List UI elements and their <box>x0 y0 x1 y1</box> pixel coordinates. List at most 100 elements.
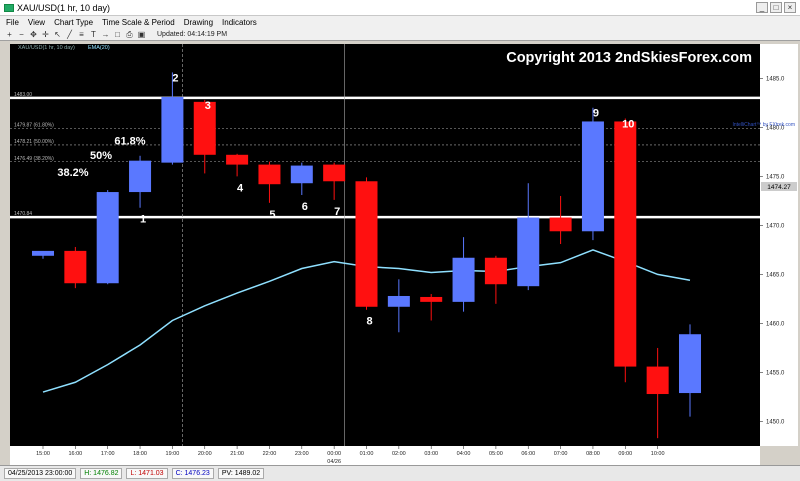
candle-body[interactable] <box>226 154 249 165</box>
legend-instrument: XAU/USD(1 hr, 10 day) <box>18 45 75 51</box>
print-icon[interactable]: ⎙ <box>125 30 134 39</box>
level-label-4: 1470.84 <box>14 211 32 217</box>
candle-body[interactable] <box>64 250 87 284</box>
trend-line-icon[interactable]: ╱ <box>65 30 74 39</box>
fibonacci-icon[interactable]: ≡ <box>77 30 86 39</box>
level-label-2: 1478.21 (50.00%) <box>14 139 54 145</box>
menu-chart-type[interactable]: Chart Type <box>54 18 93 27</box>
app-icon <box>4 3 14 12</box>
window-title: XAU/USD(1 hr, 10 day) <box>17 2 111 13</box>
x-tick-label: 19:00 <box>166 451 180 457</box>
y-tick-label: 1455.0 <box>766 370 785 376</box>
y-tick-label: 1470.0 <box>766 223 785 229</box>
x-tick-label: 15:00 <box>36 451 50 457</box>
menu-time-scale[interactable]: Time Scale & Period <box>102 18 175 27</box>
candle-body[interactable] <box>452 257 475 302</box>
candle-body[interactable] <box>32 250 54 256</box>
zoom-in-icon[interactable]: + <box>5 30 14 39</box>
candle-annotation-4: 4 <box>237 182 244 194</box>
candle-body[interactable] <box>581 121 604 232</box>
candle-body[interactable] <box>679 334 701 394</box>
time-axis[interactable] <box>10 446 760 465</box>
candle-body[interactable] <box>387 295 410 307</box>
arrow-icon[interactable]: → <box>101 30 110 39</box>
x-tick-label: 05:00 <box>489 451 503 457</box>
price-axis[interactable] <box>760 44 798 446</box>
candle-body[interactable] <box>96 192 119 284</box>
candle-annotation-2: 2 <box>172 72 178 84</box>
x-tick-label: 23:00 <box>295 451 309 457</box>
candle-body[interactable] <box>129 160 152 193</box>
status-close: C: 1476.23 <box>171 468 214 479</box>
candle-body[interactable] <box>258 164 281 185</box>
menu-drawing[interactable]: Drawing <box>184 18 213 27</box>
candle-body[interactable] <box>614 121 637 367</box>
candle-body[interactable] <box>484 257 507 285</box>
candle-annotation-7: 7 <box>334 206 340 218</box>
x-tick-label: 17:00 <box>101 451 115 457</box>
status-bar: 04/25/2013 23:00:00 H: 1476.82 L: 1471.0… <box>0 465 800 481</box>
candle-body[interactable] <box>549 217 572 232</box>
candle-annotation-10: 10 <box>622 119 634 131</box>
candle-body[interactable] <box>420 296 443 302</box>
last-price-label: 1474.27 <box>767 184 791 191</box>
cursor-icon[interactable]: ↖ <box>53 30 62 39</box>
level-label-1: 1479.87 (61.80%) <box>14 123 54 129</box>
candle-body[interactable] <box>290 165 313 184</box>
x-tick-label: 10:00 <box>651 451 665 457</box>
price-chart[interactable]: 1483.00 1479.87 (61.80%) 1478.21 (50.00%) 1… <box>0 41 800 465</box>
fib-label-0: 38.2% <box>57 167 88 179</box>
candle-body[interactable] <box>323 164 346 182</box>
copyright-watermark: Copyright 2013 2ndSkiesForex.com <box>506 50 752 66</box>
x-tick-label: 02:00 <box>392 451 406 457</box>
zoom-out-icon[interactable]: − <box>17 30 26 39</box>
x-tick-label: 00:00 <box>327 451 341 457</box>
fib-label-1: 50% <box>90 150 112 162</box>
menu-view[interactable]: View <box>28 18 45 27</box>
status-pv: PV: 1489.02 <box>217 468 265 479</box>
x-tick-label: 18:00 <box>133 451 147 457</box>
x-tick-label: 01:00 <box>360 451 374 457</box>
updated-label: Updated: 04:14:19 PM <box>157 30 228 38</box>
x-tick-label: 06:00 <box>521 451 535 457</box>
close-button[interactable]: × <box>784 2 796 13</box>
toolbar: + − ✥ ✛ ↖ ╱ ≡ T → □ ⎙ ▣ Updated: 04:14:1… <box>0 28 800 41</box>
candle-annotation-6: 6 <box>302 201 308 213</box>
crosshair-icon[interactable]: ✛ <box>41 30 50 39</box>
x-tick-label: 03:00 <box>424 451 438 457</box>
candle-body[interactable] <box>355 181 378 307</box>
fib-label-2: 61.8% <box>114 136 145 148</box>
level-label-3: 1476.49 (38.20%) <box>14 156 54 162</box>
y-tick-label: 1465.0 <box>766 272 785 278</box>
pan-icon[interactable]: ✥ <box>29 30 38 39</box>
candle-annotation-8: 8 <box>366 316 372 328</box>
legend-ema: EMA(20) <box>88 45 110 51</box>
text-icon[interactable]: T <box>89 30 98 39</box>
title-bar: XAU/USD(1 hr, 10 day) _ □ × <box>0 0 800 16</box>
chart-window: XAU/USD(1 hr, 10 day) _ □ × File View Ch… <box>0 0 800 481</box>
candle-body[interactable] <box>161 96 184 163</box>
menu-indicators[interactable]: Indicators <box>222 18 257 27</box>
y-tick-label: 1460.0 <box>766 321 785 327</box>
maximize-button[interactable]: □ <box>770 2 782 13</box>
minimize-button[interactable]: _ <box>756 2 768 13</box>
y-tick-label: 1475.0 <box>766 174 785 180</box>
x-tick-label: 09:00 <box>618 451 632 457</box>
x-tick-label: 07:00 <box>554 451 568 457</box>
candle-body[interactable] <box>646 366 669 395</box>
candle-annotation-1: 1 <box>140 214 146 226</box>
candle-annotation-5: 5 <box>269 209 275 221</box>
x-tick-label: 04:00 <box>457 451 471 457</box>
x-tick-label: 16:00 <box>68 451 82 457</box>
x-tick-label: 22:00 <box>263 451 277 457</box>
save-icon[interactable]: ▣ <box>137 30 146 39</box>
x-tick-label: 08:00 <box>586 451 600 457</box>
candle-annotation-3: 3 <box>205 100 211 112</box>
shape-icon[interactable]: □ <box>113 30 122 39</box>
candle-body[interactable] <box>517 217 540 287</box>
candle-annotation-9: 9 <box>593 108 599 120</box>
intellichart-credit: IntelliChart™ by FXtrek.com <box>732 122 795 128</box>
menu-file[interactable]: File <box>6 18 19 27</box>
y-tick-label: 1450.0 <box>766 419 785 425</box>
status-high: H: 1476.82 <box>80 468 123 479</box>
